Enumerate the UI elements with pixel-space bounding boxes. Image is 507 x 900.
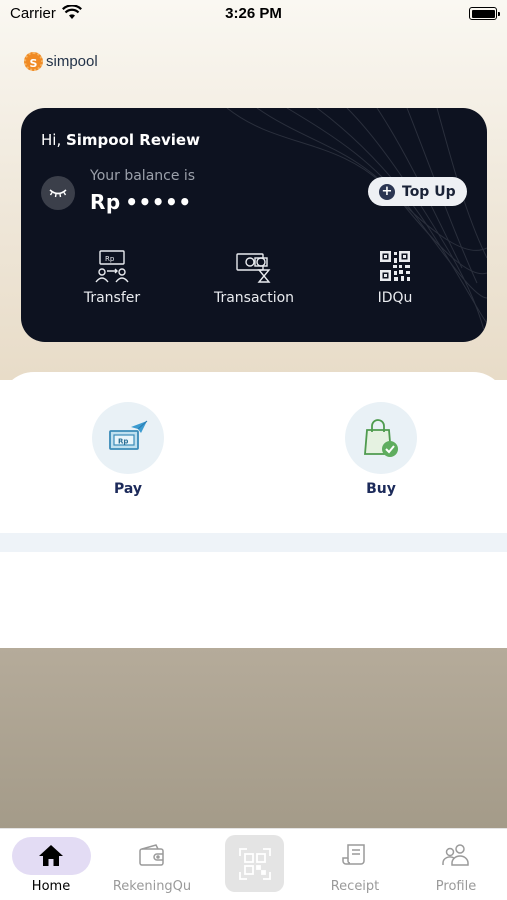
wallet-icon xyxy=(102,829,202,881)
balance-label: Your balance is xyxy=(90,168,196,184)
top-up-button[interactable]: + Top Up xyxy=(368,177,467,206)
qr-code-icon xyxy=(325,248,465,284)
status-bar: Carrier 3:26 PM xyxy=(0,0,507,28)
greeting-prefix: Hi, xyxy=(41,131,66,149)
plus-icon: + xyxy=(379,183,395,200)
idqu-label: IDQu xyxy=(377,290,413,306)
transfer-label: Transfer xyxy=(83,290,141,306)
battery-icon xyxy=(469,7,500,20)
scan-qr-icon xyxy=(238,847,271,880)
footer-background xyxy=(0,648,507,828)
transfer-button[interactable]: Rp Transfer xyxy=(42,248,182,306)
nav-receipt-label: Receipt xyxy=(330,879,380,894)
shopping-bag-icon xyxy=(345,402,417,474)
greeting: Hi, Simpool Review xyxy=(41,131,200,149)
home-icon xyxy=(1,829,101,881)
scan-qr-button[interactable] xyxy=(225,835,284,892)
quick-actions-panel: Rp Pay Buy xyxy=(0,372,507,648)
top-up-label: Top Up xyxy=(402,183,456,200)
svg-text:Rp: Rp xyxy=(118,438,128,446)
nav-home-label: Home xyxy=(31,879,71,894)
clock: 3:26 PM xyxy=(225,5,282,22)
idqu-button[interactable]: IDQu xyxy=(325,248,465,306)
nav-profile[interactable]: Profile xyxy=(406,829,506,894)
logo-text: simpool xyxy=(46,53,98,70)
nav-profile-label: Profile xyxy=(435,879,477,894)
balance-value: Rp ••••• xyxy=(90,190,192,214)
pay-button[interactable]: Rp Pay xyxy=(68,402,188,497)
user-name: Simpool Review xyxy=(65,131,200,149)
buy-button[interactable]: Buy xyxy=(321,402,441,497)
card-pattern xyxy=(226,108,487,342)
section-divider xyxy=(0,533,507,552)
svg-text:Rp: Rp xyxy=(105,255,115,263)
bottom-nav: Home RekeningQu Receipt Profile xyxy=(0,828,507,900)
pay-icon: Rp xyxy=(92,402,164,474)
nav-rekeningqu-label: RekeningQu xyxy=(112,879,192,894)
pay-label: Pay xyxy=(113,481,143,497)
logo-mark: S xyxy=(24,52,43,71)
buy-label: Buy xyxy=(366,481,396,497)
transaction-icon xyxy=(184,248,324,284)
balance-card: Hi, Simpool Review Your balance is Rp ••… xyxy=(21,108,487,342)
nav-rekeningqu[interactable]: RekeningQu xyxy=(102,829,202,894)
profile-icon xyxy=(406,829,506,881)
transaction-button[interactable]: Transaction xyxy=(184,248,324,306)
transaction-label: Transaction xyxy=(213,290,295,306)
eye-closed-icon[interactable] xyxy=(41,176,75,210)
brand-logo: S simpool xyxy=(24,52,98,71)
receipt-icon xyxy=(305,829,405,881)
transfer-icon: Rp xyxy=(42,248,182,284)
nav-receipt[interactable]: Receipt xyxy=(305,829,405,894)
nav-home[interactable]: Home xyxy=(1,829,101,894)
